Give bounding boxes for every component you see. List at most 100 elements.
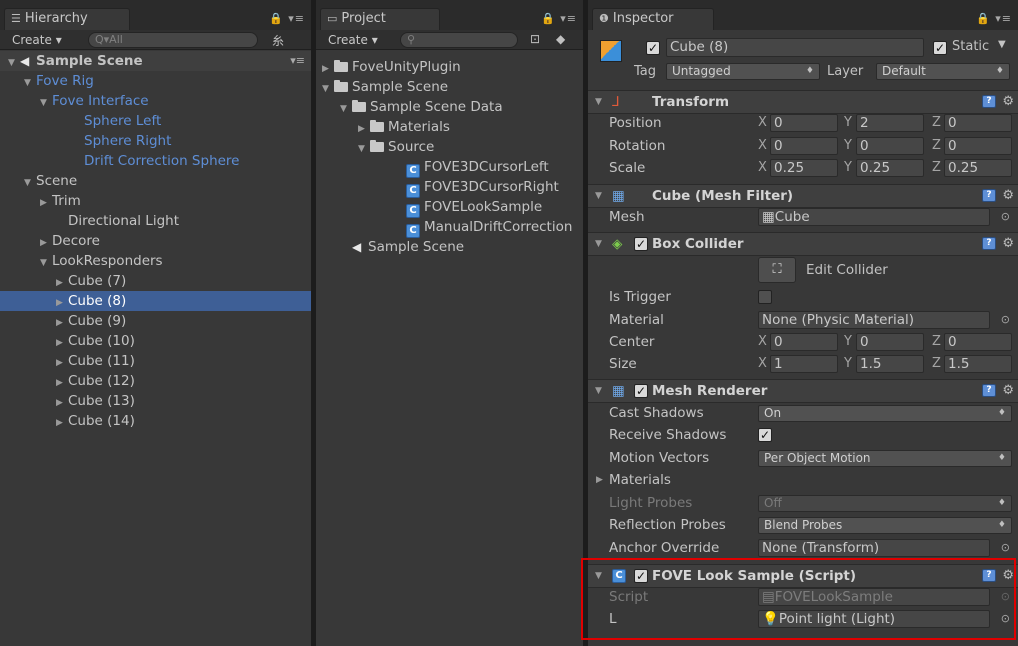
- scale-z-field[interactable]: 0.25: [944, 159, 1012, 177]
- collapse-arrow-icon[interactable]: ▼: [358, 139, 370, 159]
- create-button[interactable]: Create ▾: [4, 32, 70, 48]
- hierarchy-item[interactable]: ▶ Cube (10): [0, 331, 311, 351]
- static-checkbox[interactable]: ✓: [933, 41, 947, 55]
- project-item[interactable]: C FOVE3DCursorLeft: [316, 157, 583, 178]
- project-item[interactable]: C FOVE3DCursorRight: [316, 177, 583, 198]
- hierarchy-item[interactable]: Drift Correction Sphere: [0, 151, 311, 171]
- collapse-arrow-icon[interactable]: ▼: [24, 73, 36, 93]
- search-input[interactable]: ⚲: [400, 32, 518, 48]
- expand-arrow-icon[interactable]: ▶: [56, 333, 68, 353]
- tab-hierarchy[interactable]: ☰ Hierarchy: [4, 8, 130, 30]
- collapse-arrow-icon[interactable]: ▼: [595, 233, 602, 255]
- size-y-field[interactable]: 1.5: [856, 355, 924, 373]
- hierarchy-item[interactable]: ▶ Decore: [0, 231, 311, 251]
- size-z-field[interactable]: 1.5: [944, 355, 1012, 373]
- rotation-x-field[interactable]: 0: [770, 137, 838, 155]
- scene-menu-icon[interactable]: ▾≡: [290, 51, 305, 71]
- collapse-arrow-icon[interactable]: ▼: [595, 185, 602, 207]
- hierarchy-item[interactable]: ▶ Cube (13): [0, 391, 311, 411]
- expand-arrow-icon[interactable]: ▶: [56, 313, 68, 333]
- mesh-renderer-enabled-checkbox[interactable]: ✓: [634, 384, 648, 398]
- project-item[interactable]: ▼ Source: [316, 137, 583, 157]
- collapse-arrow-icon[interactable]: ▼: [340, 99, 352, 119]
- expand-arrow-icon[interactable]: ▶: [56, 353, 68, 373]
- project-item[interactable]: ▼ Sample Scene Data: [316, 97, 583, 117]
- cast-shadows-dropdown[interactable]: On ♦: [758, 405, 1012, 422]
- search-input[interactable]: Q▾All: [88, 32, 258, 48]
- material-field[interactable]: None (Physic Material): [758, 311, 990, 329]
- rotation-y-field[interactable]: 0: [856, 137, 924, 155]
- center-y-field[interactable]: 0: [856, 333, 924, 351]
- project-item[interactable]: ▶ FoveUnityPlugin: [316, 57, 583, 77]
- project-item[interactable]: ▶ Materials: [316, 117, 583, 137]
- layer-dropdown[interactable]: Default ♦: [876, 63, 1010, 80]
- hierarchy-item[interactable]: ▶ Cube (8): [0, 291, 311, 311]
- center-z-field[interactable]: 0: [944, 333, 1012, 351]
- center-x-field[interactable]: 0: [770, 333, 838, 351]
- collapse-arrow-icon[interactable]: ▼: [595, 91, 602, 113]
- tag-dropdown[interactable]: Untagged ♦: [666, 63, 820, 80]
- collapse-arrow-icon[interactable]: ▼: [8, 53, 20, 73]
- size-x-field[interactable]: 1: [770, 355, 838, 373]
- hierarchy-item[interactable]: ▼ Fove Interface: [0, 91, 311, 111]
- object-picker-icon[interactable]: ⊙: [1001, 206, 1010, 228]
- project-item[interactable]: C ManualDriftCorrection: [316, 217, 583, 238]
- receive-shadows-checkbox[interactable]: ✓: [758, 428, 772, 442]
- help-icon[interactable]: ?: [982, 189, 996, 202]
- gear-icon[interactable]: ⚙: [1002, 185, 1014, 207]
- object-picker-icon[interactable]: ⊙: [1001, 309, 1010, 331]
- collapse-arrow-icon[interactable]: ▼: [595, 380, 602, 402]
- mesh-renderer-header[interactable]: ▼ ▦ ✓ Mesh Renderer ? ⚙: [588, 379, 1018, 403]
- project-item[interactable]: ◀ Sample Scene: [316, 237, 583, 257]
- collapse-arrow-icon[interactable]: ▼: [322, 79, 334, 99]
- hierarchy-item[interactable]: Sphere Left: [0, 111, 311, 131]
- expand-arrow-icon[interactable]: ▶: [56, 293, 68, 313]
- gear-icon[interactable]: ⚙: [1002, 91, 1014, 113]
- hierarchy-item[interactable]: ▶ Cube (9): [0, 311, 311, 331]
- expand-arrow-icon[interactable]: ▶: [40, 233, 52, 253]
- hierarchy-item[interactable]: ▶ Cube (14): [0, 411, 311, 431]
- hierarchy-item[interactable]: ▶ Trim: [0, 191, 311, 211]
- project-item[interactable]: C FOVELookSample: [316, 197, 583, 218]
- collapse-arrow-icon[interactable]: ▼: [40, 253, 52, 273]
- collapse-arrow-icon[interactable]: ▼: [24, 173, 36, 193]
- mesh-filter-header[interactable]: ▼ ▦ Cube (Mesh Filter) ? ⚙: [588, 184, 1018, 208]
- reflection-probes-dropdown[interactable]: Blend Probes ♦: [758, 517, 1012, 534]
- expand-arrow-icon[interactable]: ▶: [322, 59, 334, 79]
- mesh-field[interactable]: ▦Cube: [758, 208, 990, 226]
- active-checkbox[interactable]: ✓: [646, 41, 660, 55]
- hierarchy-item[interactable]: Sphere Right: [0, 131, 311, 151]
- gear-icon[interactable]: ⚙: [1002, 380, 1014, 402]
- gear-icon[interactable]: ⚙: [1002, 233, 1014, 255]
- static-dropdown-icon[interactable]: ▼: [998, 39, 1006, 50]
- expand-arrow-icon[interactable]: ▶: [40, 193, 52, 213]
- expand-arrow-icon[interactable]: ▶: [56, 373, 68, 393]
- anchor-override-field[interactable]: None (Transform): [758, 539, 990, 557]
- expand-arrow-icon[interactable]: ▶: [596, 469, 603, 491]
- expand-arrow-icon[interactable]: ▶: [56, 413, 68, 433]
- position-y-field[interactable]: 2: [856, 114, 924, 132]
- create-button[interactable]: Create ▾: [320, 32, 386, 48]
- is-trigger-checkbox[interactable]: ✓: [758, 290, 772, 304]
- expand-arrow-icon[interactable]: ▶: [358, 119, 370, 139]
- tab-project[interactable]: ▭ Project: [320, 8, 440, 30]
- scale-y-field[interactable]: 0.25: [856, 159, 924, 177]
- project-item[interactable]: ▼ Sample Scene: [316, 77, 583, 97]
- edit-collider-button[interactable]: ⛶: [758, 257, 796, 283]
- hierarchy-item[interactable]: Directional Light: [0, 211, 311, 231]
- position-x-field[interactable]: 0: [770, 114, 838, 132]
- hierarchy-item[interactable]: ▶ Cube (7): [0, 271, 311, 291]
- label-filter-icon[interactable]: ◆: [556, 32, 565, 46]
- hierarchy-item[interactable]: ▼ Fove Rig: [0, 71, 311, 91]
- panel-menu-icon[interactable]: 🔒 ▾≡: [269, 12, 305, 25]
- panel-menu-icon[interactable]: 🔒 ▾≡: [976, 12, 1012, 25]
- box-collider-header[interactable]: ▼ ◈ ✓ Box Collider ? ⚙: [588, 232, 1018, 256]
- type-filter-icon[interactable]: ⊡: [530, 32, 540, 46]
- hierarchy-item[interactable]: ▼ Scene: [0, 171, 311, 191]
- scene-header[interactable]: ▼ ◀ Sample Scene ▾≡: [0, 51, 311, 71]
- help-icon[interactable]: ?: [982, 237, 996, 250]
- position-z-field[interactable]: 0: [944, 114, 1012, 132]
- expand-arrow-icon[interactable]: ▶: [56, 273, 68, 293]
- collapse-arrow-icon[interactable]: ▼: [40, 93, 52, 113]
- transform-header[interactable]: ▼ ⅃ Transform ? ⚙: [588, 90, 1018, 114]
